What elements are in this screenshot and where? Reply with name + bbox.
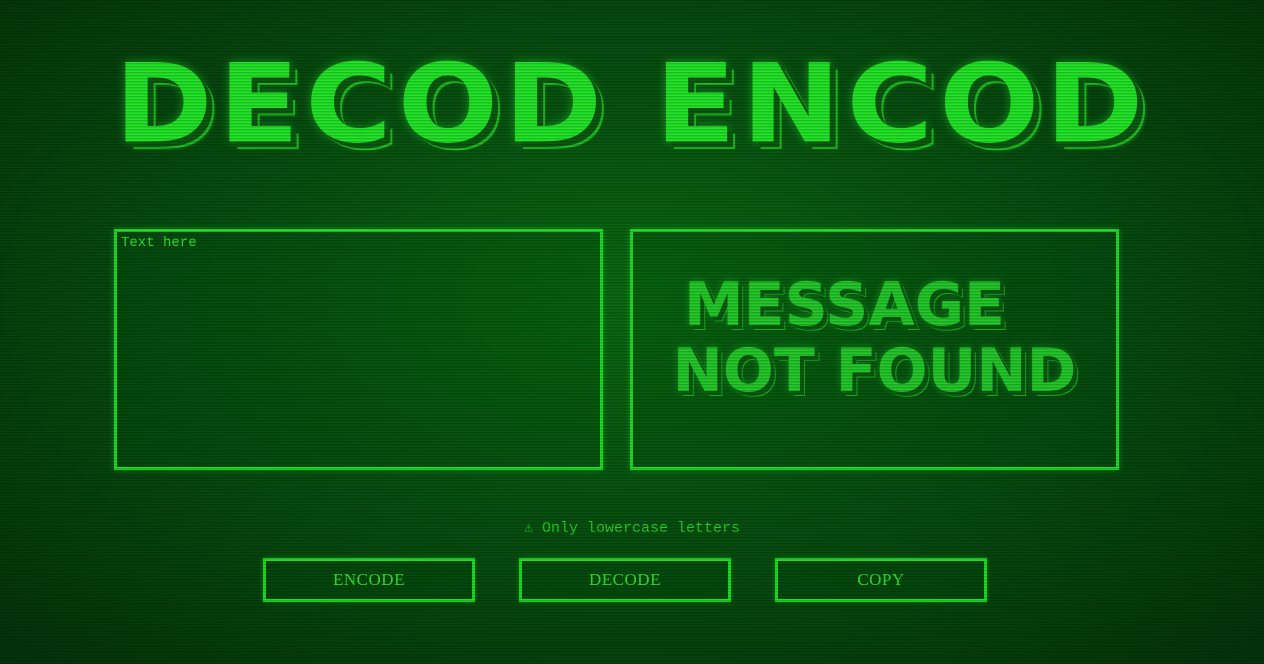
warning-text: Only lowercase letters [542, 520, 741, 537]
encode-button[interactable]: ENCODE [263, 558, 475, 602]
text-input[interactable] [117, 232, 600, 467]
message-not-found: MESSAGE NOT FOUND [633, 272, 1116, 404]
decode-button[interactable]: DECODE [519, 558, 731, 602]
warning-icon: ⚠ [523, 520, 533, 537]
app-title: DECOD ENCOD [114, 40, 1150, 168]
input-panel [114, 229, 603, 470]
output-panel: MESSAGE NOT FOUND [630, 229, 1119, 470]
lowercase-warning: ⚠ Only lowercase letters [0, 518, 1264, 537]
copy-button[interactable]: COPY [775, 558, 987, 602]
message-not-found-line1: MESSAGE [683, 270, 1006, 340]
message-not-found-line2: NOT FOUND [672, 336, 1077, 406]
